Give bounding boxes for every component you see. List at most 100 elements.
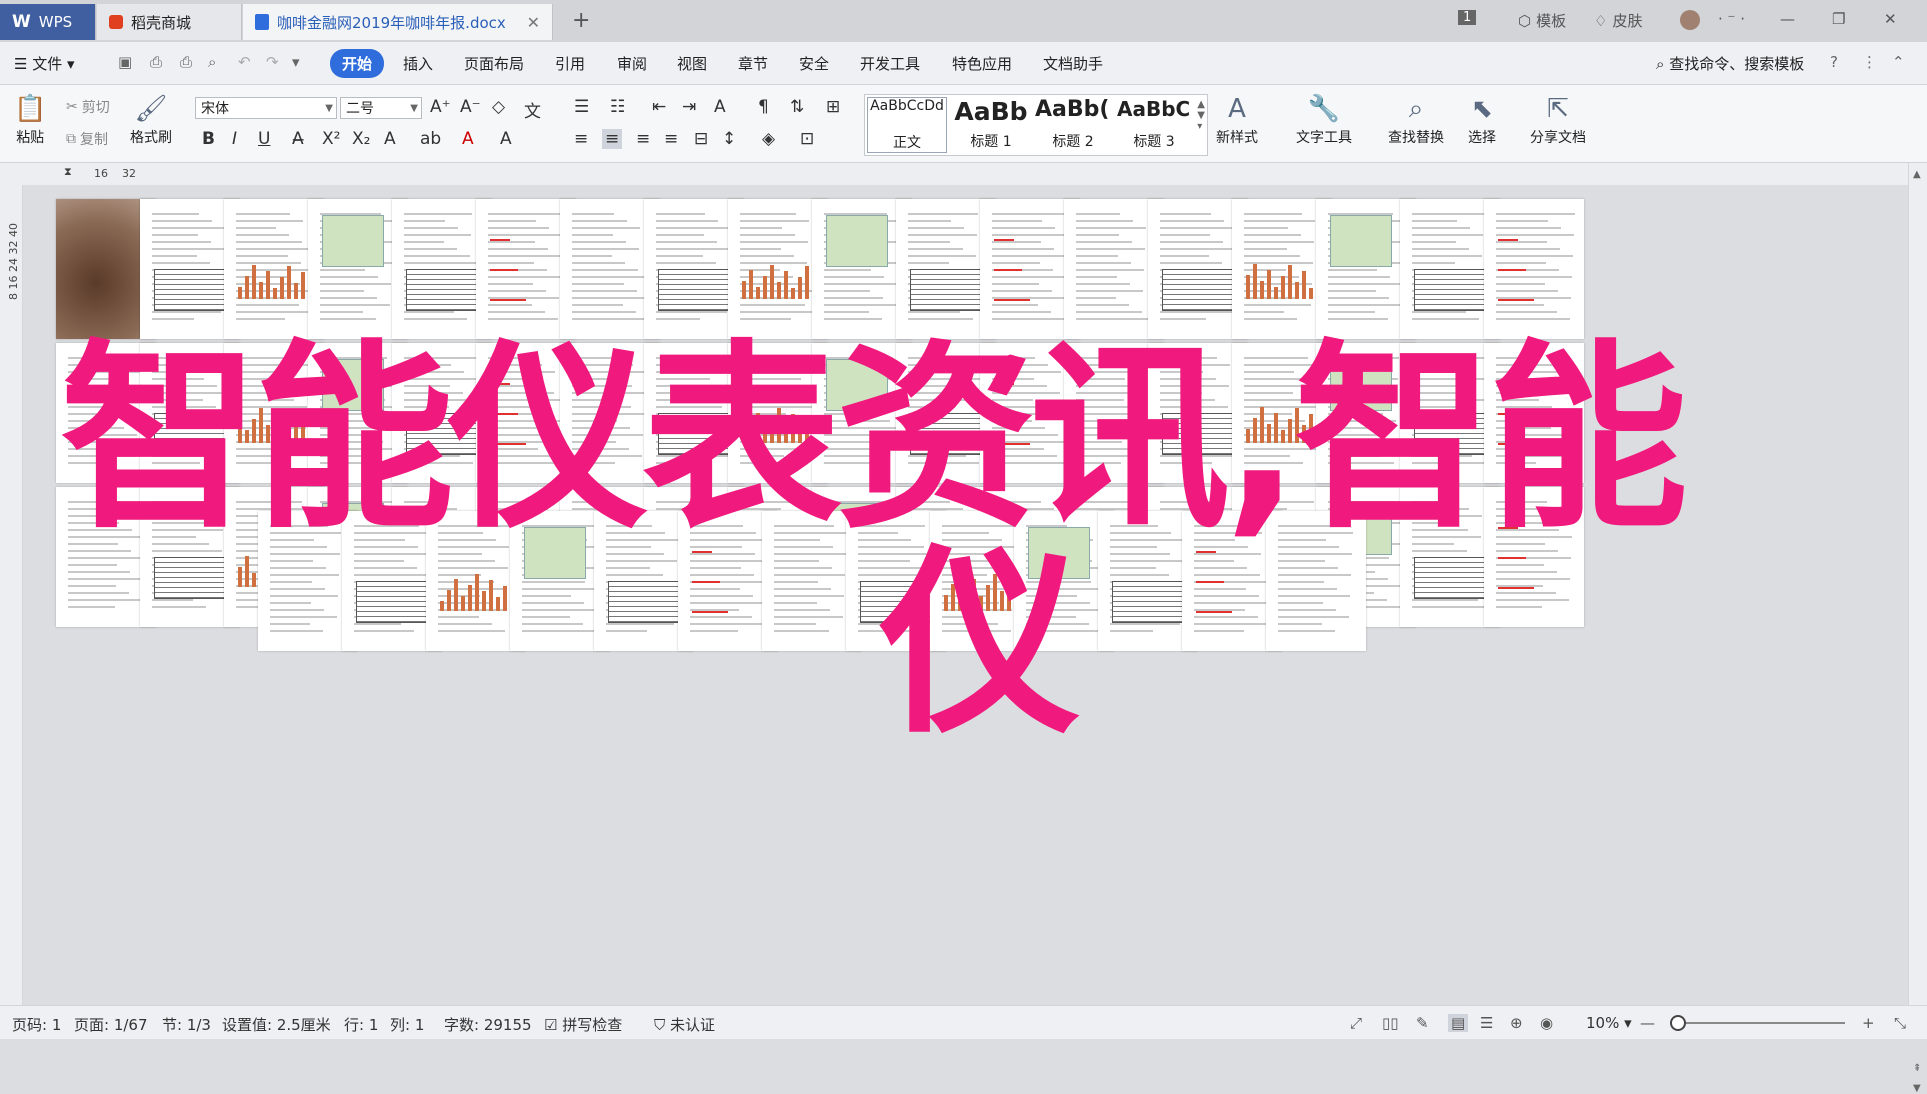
read-mode-icon[interactable]: ▯▯ (1382, 1014, 1399, 1032)
border-icon[interactable]: ⊡ (800, 129, 814, 149)
superscript-icon[interactable]: X² (322, 129, 340, 149)
horizontal-ruler[interactable]: ⧗ 16 32 (0, 163, 1927, 186)
undo-icon[interactable]: ↶ (238, 53, 251, 71)
store-tab[interactable]: 稻壳商城 (97, 4, 242, 40)
collapse-ribbon-icon[interactable]: ⌃ (1892, 53, 1905, 71)
status-row[interactable]: 行: 1 (344, 1014, 378, 1035)
menu-item-devtools[interactable]: 开发工具 (860, 53, 920, 74)
zoom-out-icon[interactable]: — (1640, 1014, 1655, 1032)
menu-more-icon[interactable]: ▾ (292, 53, 300, 71)
bold-icon[interactable]: B (202, 129, 215, 149)
fit-page-icon[interactable]: ⤡ (1894, 1014, 1906, 1032)
vertical-scrollbar[interactable]: ▲ ⇞ ▼ (1908, 163, 1927, 1094)
more-icon[interactable]: · ⁻ · (1718, 10, 1745, 28)
bullets-icon[interactable]: ☰ (574, 97, 589, 117)
save-icon[interactable]: ▣ (118, 53, 132, 71)
menu-item-security[interactable]: 安全 (799, 53, 829, 74)
style-heading-3[interactable]: AaBbC 标题 3 (1115, 97, 1193, 151)
distribute-icon[interactable]: ⊟ (694, 129, 708, 149)
scroll-up-icon[interactable]: ▲ (1913, 169, 1921, 180)
italic-icon[interactable]: I (232, 129, 237, 149)
page-thumbnail[interactable] (1484, 199, 1584, 339)
zoom-slider[interactable] (1675, 1022, 1845, 1024)
status-page-number[interactable]: 页码: 1 (12, 1014, 61, 1035)
vertical-ruler[interactable]: 8 16 24 32 40 (0, 185, 23, 1005)
zoom-level[interactable]: 10% ▾ (1586, 1014, 1632, 1032)
file-menu[interactable]: ☰ 文件 ▾ (14, 53, 75, 74)
text-effect-icon[interactable]: A (384, 129, 396, 149)
copy-button[interactable]: ⧉ 复制 (66, 129, 108, 149)
template-button[interactable]: ⬡ 模板 (1518, 10, 1566, 31)
menu-item-doc-assistant[interactable]: 文档助手 (1043, 53, 1103, 74)
show-marks-icon[interactable]: ¶ (758, 97, 769, 117)
table-icon[interactable]: ⊞ (826, 97, 840, 117)
menu-item-chapter[interactable]: 章节 (738, 53, 768, 74)
underline-icon[interactable]: U (258, 129, 270, 149)
spell-check-button[interactable]: ☑ 拼写检查 (544, 1014, 622, 1035)
status-page[interactable]: 页面: 1/67 (74, 1014, 148, 1035)
status-setting[interactable]: 设置值: 2.5厘米 (222, 1014, 331, 1035)
close-tab-icon[interactable]: ✕ (527, 13, 540, 32)
new-tab-icon[interactable]: + (572, 8, 590, 33)
font-name-select[interactable]: 宋体 ▼ (195, 97, 337, 119)
font-shrink-icon[interactable]: A⁻ (460, 97, 481, 117)
new-style-button[interactable]: A 新样式 (1216, 91, 1258, 147)
style-gallery-scroll-icon[interactable]: ▲ ▼ ▾ (1197, 99, 1205, 132)
help-icon[interactable]: ? (1830, 53, 1838, 71)
find-replace-button[interactable]: ⌕ 查找替换 (1388, 91, 1444, 147)
scroll-page-up-icon[interactable]: ⇞ (1913, 1063, 1921, 1074)
document-canvas[interactable] (23, 185, 1908, 1005)
menu-item-view[interactable]: 视图 (677, 53, 707, 74)
scroll-down-icon[interactable]: ▼ (1913, 1083, 1921, 1094)
decrease-indent-icon[interactable]: ⇤ (652, 97, 666, 117)
status-section[interactable]: 节: 1/3 (162, 1014, 211, 1035)
clear-format-icon[interactable]: ◇ (492, 97, 505, 117)
style-heading-2[interactable]: AaBb( 标题 2 (1033, 97, 1113, 151)
menu-item-start[interactable]: 开始 (330, 49, 385, 78)
avatar[interactable] (1680, 10, 1700, 30)
shading-icon[interactable]: ◈ (762, 129, 775, 149)
style-heading-1[interactable]: AaBb 标题 1 (951, 97, 1031, 151)
cut-button[interactable]: ✂ 剪切 (66, 97, 110, 117)
menu-item-features[interactable]: 特色应用 (952, 53, 1012, 74)
export-icon[interactable]: ⎙ (150, 53, 162, 71)
line-spacing-icon[interactable]: ↕ (722, 129, 736, 149)
zoom-slider-handle[interactable] (1670, 1015, 1686, 1031)
format-painter-button[interactable]: 🖌 格式刷 (130, 91, 172, 147)
indent-marker-icon[interactable]: ⧗ (64, 165, 72, 179)
strikethrough-icon[interactable]: A̶ (292, 129, 304, 149)
menu-item-layout[interactable]: 页面布局 (464, 53, 524, 74)
status-word-count[interactable]: 字数: 29155 (444, 1014, 532, 1035)
outline-view-icon[interactable]: ☰ (1480, 1014, 1493, 1032)
document-tab[interactable]: 咖啡金融网2019年咖啡年报.docx ✕ (243, 4, 553, 40)
status-column[interactable]: 列: 1 (390, 1014, 424, 1035)
print-icon[interactable]: ⎙ (180, 53, 192, 71)
menu-item-insert[interactable]: 插入 (403, 53, 433, 74)
skin-button[interactable]: ♢ 皮肤 (1594, 10, 1642, 31)
restore-icon[interactable]: ❐ (1832, 10, 1845, 28)
share-doc-button[interactable]: ⇱ 分享文档 (1530, 91, 1586, 147)
pen-icon[interactable]: ✎ (1416, 1014, 1429, 1032)
menu-item-review[interactable]: 审阅 (617, 53, 647, 74)
align-left-icon[interactable]: ≡ (574, 129, 588, 149)
increase-indent-icon[interactable]: ⇥ (682, 97, 696, 117)
style-normal[interactable]: AaBbCcDd 正文 (867, 97, 947, 153)
sort-icon[interactable]: ⇅ (790, 97, 804, 117)
page-thumbnail[interactable] (1484, 343, 1584, 483)
subscript-icon[interactable]: X₂ (352, 129, 370, 149)
minimize-icon[interactable]: — (1780, 10, 1795, 28)
select-button[interactable]: ⬉ 选择 (1468, 91, 1496, 147)
wps-app-tab[interactable]: W WPS (0, 4, 96, 40)
redo-icon[interactable]: ↷ (266, 53, 279, 71)
paste-button[interactable]: 📋 粘贴 (14, 91, 46, 147)
align-right-icon[interactable]: ≡ (636, 129, 650, 149)
preview-icon[interactable]: ⌕ (208, 53, 216, 71)
align-center-icon[interactable]: ≡ (602, 129, 623, 149)
close-window-icon[interactable]: ✕ (1884, 10, 1897, 28)
page-thumbnail[interactable] (1484, 487, 1584, 627)
eye-protect-icon[interactable]: ◉ (1540, 1014, 1553, 1032)
web-view-icon[interactable]: ⊕ (1510, 1014, 1523, 1032)
page-view-icon[interactable]: ▤ (1448, 1014, 1469, 1032)
justify-icon[interactable]: ≡ (664, 129, 678, 149)
certification-button[interactable]: ⛉ 未认证 (654, 1014, 715, 1035)
